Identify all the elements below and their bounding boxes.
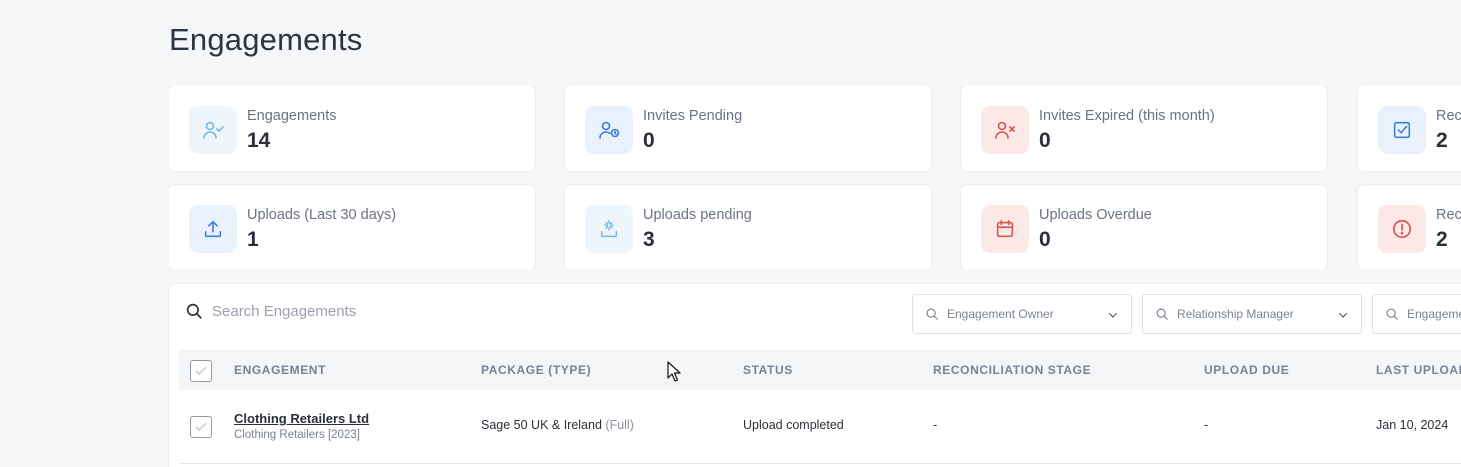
column-header-package[interactable]: PACKAGE (TYPE) xyxy=(481,363,591,377)
package-type: (Full) xyxy=(605,418,634,432)
search-input[interactable]: Search Engagements xyxy=(212,303,356,320)
filter-placeholder: Engagement Owner xyxy=(947,307,1054,321)
stat-value: 1 xyxy=(247,228,259,251)
stat-card-invites-expired[interactable]: Invites Expired (this month) 0 xyxy=(961,86,1327,171)
stat-card-reconciliation[interactable]: Reco 2 xyxy=(1358,86,1461,171)
filter-relationship-manager[interactable]: Relationship Manager xyxy=(1142,294,1362,334)
alert-circle-icon xyxy=(1378,205,1426,253)
stat-label: Uploads pending xyxy=(643,207,752,223)
reconciliation-stage-cell: - xyxy=(933,418,938,432)
engagements-table-panel: Search Engagements Engagement Owner Rela… xyxy=(169,284,1461,467)
stat-label: Uploads Overdue xyxy=(1039,207,1152,223)
check-icon xyxy=(195,366,207,375)
stat-value: 14 xyxy=(247,129,271,152)
check-icon xyxy=(195,422,207,431)
mouse-cursor-icon xyxy=(667,361,681,382)
stat-card-uploads-pending[interactable]: Uploads pending 3 xyxy=(565,185,931,270)
stat-label: Invites Pending xyxy=(643,108,743,124)
select-all-checkbox[interactable] xyxy=(190,360,212,382)
stat-card-reconciliation-issues[interactable]: Reco 2 xyxy=(1358,185,1461,270)
stat-value: 2 xyxy=(1436,129,1448,152)
engagement-name-link[interactable]: Clothing Retailers Ltd xyxy=(234,411,369,426)
package-name: Sage 50 UK & Ireland xyxy=(481,418,602,432)
loading-upload-icon xyxy=(585,205,633,253)
column-header-status[interactable]: STATUS xyxy=(743,363,793,377)
table-header: ENGAGEMENT PACKAGE (TYPE) STATUS RECONCI… xyxy=(179,350,1461,390)
stat-value: 0 xyxy=(1039,228,1051,251)
column-header-upload-due[interactable]: UPLOAD DUE xyxy=(1204,363,1289,377)
column-header-engagement[interactable]: ENGAGEMENT xyxy=(234,363,326,377)
stat-label: Reco xyxy=(1436,108,1461,124)
user-x-icon xyxy=(981,106,1029,154)
stat-label: Reco xyxy=(1436,207,1461,223)
calendar-icon xyxy=(981,205,1029,253)
column-header-last-upload[interactable]: LAST UPLOAD xyxy=(1376,363,1461,377)
stat-card-engagements[interactable]: Engagements 14 xyxy=(169,86,535,171)
search-bar[interactable]: Search Engagements xyxy=(185,302,356,320)
stat-value: 2 xyxy=(1436,228,1448,251)
stat-value: 0 xyxy=(643,129,655,152)
stat-label: Invites Expired (this month) xyxy=(1039,108,1215,124)
row-checkbox[interactable] xyxy=(190,416,212,438)
column-header-reconciliation-stage[interactable]: RECONCILIATION STAGE xyxy=(933,363,1091,377)
stat-value: 3 xyxy=(643,228,655,251)
stat-card-invites-pending[interactable]: Invites Pending 0 xyxy=(565,86,931,171)
stat-label: Uploads (Last 30 days) xyxy=(247,207,397,223)
chevron-down-icon[interactable] xyxy=(1107,309,1119,321)
status-cell: Upload completed xyxy=(743,418,844,432)
filter-engagement[interactable]: Engagemen xyxy=(1372,294,1461,334)
filter-placeholder: Engagemen xyxy=(1407,307,1461,321)
package-cell: Sage 50 UK & Ireland (Full) xyxy=(481,418,634,432)
stats-cards: Engagements 14 Invites Pending 0 Invites… xyxy=(169,86,1461,270)
stat-label: Engagements xyxy=(247,108,337,124)
user-clock-icon xyxy=(585,106,633,154)
search-icon xyxy=(1156,308,1168,320)
chevron-down-icon[interactable] xyxy=(1337,309,1349,321)
filter-placeholder: Relationship Manager xyxy=(1177,307,1294,321)
upload-due-cell: - xyxy=(1204,418,1209,432)
user-check-icon xyxy=(189,106,237,154)
upload-icon xyxy=(189,205,237,253)
table-row[interactable]: Clothing Retailers Ltd Clothing Retailer… xyxy=(179,390,1461,464)
engagement-subtitle: Clothing Retailers [2023] xyxy=(234,429,360,441)
stat-card-uploads-last-30-days[interactable]: Uploads (Last 30 days) 1 xyxy=(169,185,535,270)
search-icon xyxy=(1386,308,1398,320)
stat-value: 0 xyxy=(1039,129,1051,152)
stat-card-uploads-overdue[interactable]: Uploads Overdue 0 xyxy=(961,185,1327,270)
search-icon xyxy=(926,308,938,320)
last-upload-cell: Jan 10, 2024 xyxy=(1376,418,1449,432)
search-icon xyxy=(186,303,202,319)
page-title: Engagements xyxy=(169,22,363,57)
filter-engagement-owner[interactable]: Engagement Owner xyxy=(912,294,1132,334)
checkbox-icon xyxy=(1378,106,1426,154)
